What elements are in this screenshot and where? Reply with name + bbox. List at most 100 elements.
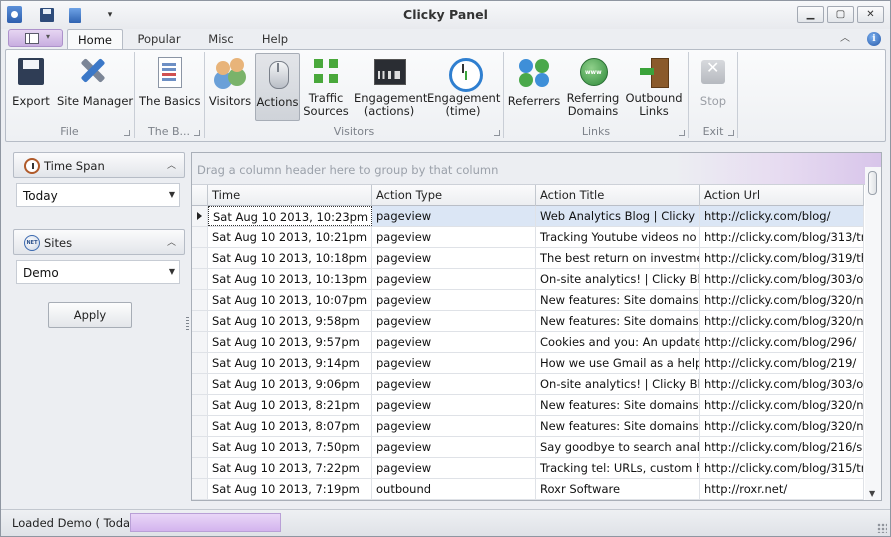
cell-time[interactable]: Sat Aug 10 2013, 8:07pm [208, 416, 372, 436]
table-row[interactable]: Sat Aug 10 2013, 8:21pm pageview New featu… [192, 395, 864, 416]
table-row[interactable]: Sat Aug 10 2013, 9:57pm pageview Cookies a… [192, 332, 864, 353]
traffic-sources-button[interactable]: Traffic Sources [303, 53, 349, 121]
cell-action-title[interactable]: The best return on investment... [536, 248, 700, 268]
time-span-header[interactable]: Time Span ︿ [13, 152, 185, 178]
cell-action-url[interactable]: http://clicky.com/blog/320/ne... [700, 395, 864, 415]
vertical-scrollbar[interactable]: ▲ ▼ [865, 167, 881, 500]
cell-time[interactable]: Sat Aug 10 2013, 9:06pm [208, 374, 372, 394]
cell-time[interactable]: Sat Aug 10 2013, 9:14pm [208, 353, 372, 373]
row-indicator[interactable] [192, 395, 208, 415]
the-basics-button[interactable]: The Basics [139, 53, 200, 121]
scroll-down-icon[interactable]: ▼ [869, 489, 875, 498]
resize-grip-icon[interactable] [877, 523, 887, 533]
cell-time[interactable]: Sat Aug 10 2013, 10:23pm [208, 206, 372, 226]
table-row[interactable]: Sat Aug 10 2013, 7:19pm outbound Roxr Soft… [192, 479, 864, 500]
visitors-button[interactable]: Visitors [208, 53, 252, 121]
cell-action-type[interactable]: pageview [372, 290, 536, 310]
stop-button[interactable]: Stop [693, 53, 733, 121]
referrers-button[interactable]: Referrers [507, 53, 561, 121]
cell-action-url[interactable]: http://clicky.com/blog/320/ne... [700, 311, 864, 331]
row-indicator[interactable] [192, 353, 208, 373]
cell-time[interactable]: Sat Aug 10 2013, 9:58pm [208, 311, 372, 331]
cell-action-type[interactable]: pageview [372, 227, 536, 247]
chevron-down-icon[interactable]: ▼ [169, 190, 175, 199]
scrollbar-thumb[interactable] [868, 171, 877, 195]
info-icon[interactable]: i [867, 32, 881, 46]
sites-header[interactable]: NET Sites ︿ [13, 229, 185, 255]
apply-button[interactable]: Apply [48, 302, 132, 328]
cell-time[interactable]: Sat Aug 10 2013, 8:21pm [208, 395, 372, 415]
table-row[interactable]: Sat Aug 10 2013, 10:23pm pageview Web Anal… [192, 206, 864, 227]
cell-action-title[interactable]: On-site analytics! | Clicky Blog [536, 269, 700, 289]
tab-misc[interactable]: Misc [201, 29, 241, 50]
actions-button[interactable]: Actions [255, 53, 300, 121]
cell-action-url[interactable]: http://clicky.com/blog/ [700, 206, 864, 226]
group-launcher-icon[interactable] [124, 130, 130, 136]
cell-action-title[interactable]: Say goodbye to search analyti... [536, 437, 700, 457]
cell-time[interactable]: Sat Aug 10 2013, 7:22pm [208, 458, 372, 478]
engagement-time-button[interactable]: Engagement (time) [427, 53, 500, 121]
row-indicator[interactable] [192, 374, 208, 394]
cell-action-type[interactable]: pageview [372, 311, 536, 331]
group-launcher-icon[interactable] [194, 130, 200, 136]
cell-action-type[interactable]: pageview [372, 248, 536, 268]
cell-action-type[interactable]: pageview [372, 416, 536, 436]
cell-action-title[interactable]: New features: Site domains, a... [536, 290, 700, 310]
column-header-action-type[interactable]: Action Type [372, 185, 536, 206]
cell-action-url[interactable]: http://clicky.com/blog/303/on-... [700, 374, 864, 394]
time-span-select[interactable]: Today ▼ [16, 183, 180, 207]
cell-action-url[interactable]: http://roxr.net/ [700, 479, 864, 499]
referring-domains-button[interactable]: ReferringDomains [566, 53, 620, 121]
cell-action-title[interactable]: Web Analytics Blog | Clicky Blog [536, 206, 700, 226]
cell-time[interactable]: Sat Aug 10 2013, 10:21pm [208, 227, 372, 247]
column-header-action-title[interactable]: Action Title [536, 185, 700, 206]
cell-action-url[interactable]: http://clicky.com/blog/303/on-... [700, 269, 864, 289]
group-launcher-icon[interactable] [494, 130, 500, 136]
application-menu-button[interactable]: ▾ [8, 29, 63, 47]
tab-help[interactable]: Help [255, 29, 295, 50]
chevron-down-icon[interactable]: ▼ [169, 267, 175, 276]
table-row[interactable]: Sat Aug 10 2013, 7:22pm pageview Tracking … [192, 458, 864, 479]
cell-action-url[interactable]: http://clicky.com/blog/296/ [700, 332, 864, 352]
cell-action-title[interactable]: How we use Gmail as a help d... [536, 353, 700, 373]
engagement-actions-button[interactable]: Engagement (actions) [354, 53, 427, 121]
cell-time[interactable]: Sat Aug 10 2013, 7:50pm [208, 437, 372, 457]
row-indicator[interactable] [192, 290, 208, 310]
table-row[interactable]: Sat Aug 10 2013, 10:18pm pageview The best… [192, 248, 864, 269]
cell-action-title[interactable]: Tracking Youtube videos no lo... [536, 227, 700, 247]
row-indicator[interactable] [192, 458, 208, 478]
cell-action-title[interactable]: New features: Site domains, a... [536, 416, 700, 436]
collapse-ribbon-icon[interactable]: ︿ [838, 32, 852, 46]
group-launcher-icon[interactable] [728, 130, 734, 136]
cell-action-title[interactable]: Tracking tel: URLs, custom he... [536, 458, 700, 478]
cell-action-type[interactable]: pageview [372, 332, 536, 352]
cell-action-type[interactable]: pageview [372, 269, 536, 289]
column-header-time[interactable]: Time [208, 185, 372, 206]
cell-action-url[interactable]: http://clicky.com/blog/313/tra... [700, 227, 864, 247]
cell-action-url[interactable]: http://clicky.com/blog/320/ne... [700, 416, 864, 436]
table-row[interactable]: Sat Aug 10 2013, 9:58pm pageview New featu… [192, 311, 864, 332]
table-row[interactable]: Sat Aug 10 2013, 9:06pm pageview On-site a… [192, 374, 864, 395]
cell-action-type[interactable]: pageview [372, 374, 536, 394]
site-manager-button[interactable]: Site Manager [57, 53, 133, 121]
outbound-links-button[interactable]: Outbound Links [625, 53, 683, 121]
cell-action-title[interactable]: New features: Site domains, a... [536, 311, 700, 331]
group-by-panel[interactable]: Drag a column header here to group by th… [192, 153, 881, 185]
table-row[interactable]: Sat Aug 10 2013, 9:14pm pageview How we us… [192, 353, 864, 374]
cell-action-title[interactable]: Cookies and you: An update | ... [536, 332, 700, 352]
cell-time[interactable]: Sat Aug 10 2013, 10:07pm [208, 290, 372, 310]
cell-action-type[interactable]: pageview [372, 458, 536, 478]
row-indicator[interactable] [192, 248, 208, 268]
table-row[interactable]: Sat Aug 10 2013, 10:07pm pageview New feat… [192, 290, 864, 311]
row-indicator[interactable] [192, 227, 208, 247]
cell-action-title[interactable]: Roxr Software [536, 479, 700, 499]
cell-action-type[interactable]: pageview [372, 206, 536, 226]
row-indicator[interactable] [192, 437, 208, 457]
cell-action-title[interactable]: New features: Site domains, a... [536, 395, 700, 415]
table-row[interactable]: Sat Aug 10 2013, 10:21pm pageview Tracking… [192, 227, 864, 248]
cell-action-url[interactable]: http://clicky.com/blog/216/sa... [700, 437, 864, 457]
cell-action-type[interactable]: outbound [372, 479, 536, 499]
tab-popular[interactable]: Popular [132, 29, 186, 50]
cell-action-type[interactable]: pageview [372, 395, 536, 415]
cell-action-title[interactable]: On-site analytics! | Clicky Blog [536, 374, 700, 394]
